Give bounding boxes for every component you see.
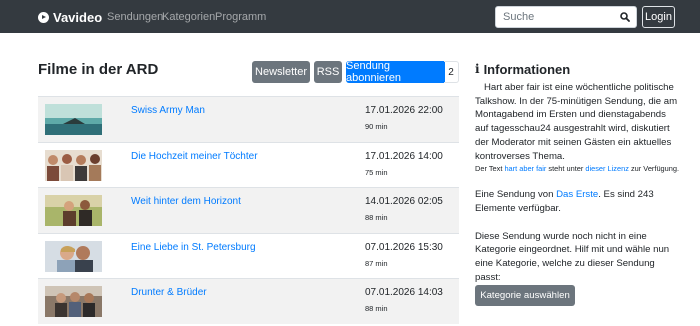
page-title: Filme in der ARD <box>38 61 159 78</box>
item-title-link[interactable]: Eine Liebe in St. Petersburg <box>131 242 256 253</box>
item-date: 07.01.2026 14:03 <box>365 287 443 298</box>
subscriber-count: 2 <box>444 61 459 83</box>
info-icon: i <box>475 62 480 76</box>
info-sidebar: i Informationen Hart aber fair ist eine … <box>475 61 680 307</box>
item-date: 07.01.2026 15:30 <box>365 241 443 253</box>
info-heading: i Informationen <box>475 61 680 77</box>
search-button[interactable] <box>614 6 637 28</box>
search-icon <box>620 12 630 22</box>
item-duration: 75 min <box>365 167 388 177</box>
license-mid: steht unter <box>546 164 586 174</box>
list-item: Eine Liebe in St. Petersburg 07.01.2026 … <box>38 232 459 279</box>
search-input[interactable] <box>495 6 615 28</box>
info-heading-text: Informationen <box>483 61 571 77</box>
login-button[interactable]: Login <box>642 6 675 28</box>
list-item: Die Hochzeit meiner Töchter 17.01.2026 1… <box>38 141 459 188</box>
license-prefix: Der Text <box>475 164 505 174</box>
item-date: 14.01.2026 02:05 <box>365 196 443 207</box>
sender-prefix: Eine Sendung von <box>475 189 557 201</box>
license-suffix: zur Verfügung. <box>628 164 680 174</box>
thumbnail[interactable] <box>45 195 102 226</box>
thumbnail[interactable] <box>45 104 102 135</box>
sender-link[interactable]: Das Erste <box>556 189 598 200</box>
newsletter-button[interactable]: Newsletter <box>252 61 310 83</box>
license-link[interactable]: dieser Lizenz <box>585 164 629 173</box>
list-item: Weit hinter dem Horizont 14.01.2026 02:0… <box>38 187 459 233</box>
item-duration: 87 min <box>365 258 388 268</box>
subscribe-button[interactable]: Sendung abonnieren <box>346 60 445 84</box>
license-note: Der Text hart aber fair steht unter dies… <box>475 164 680 174</box>
category-text: Diese Sendung wurde noch nicht in eine K… <box>475 230 670 283</box>
rss-button[interactable]: RSS <box>314 61 342 83</box>
list-item: Drunter & Brüder 07.01.2026 14:03 88 min <box>38 278 459 324</box>
brand-name: Vavideo <box>53 9 103 25</box>
item-title-link[interactable]: Drunter & Brüder <box>131 287 207 298</box>
nav-link-programm[interactable]: Programm <box>215 11 266 23</box>
item-duration: 90 min <box>365 122 388 131</box>
nav-link-kategorien[interactable]: Kategorien <box>162 11 215 23</box>
item-title-link[interactable]: Die Hochzeit meiner Töchter <box>131 151 258 162</box>
item-title-link[interactable]: Swiss Army Man <box>131 105 205 116</box>
thumbnail[interactable] <box>45 149 102 181</box>
item-duration: 88 min <box>365 304 388 313</box>
item-date: 17.01.2026 14:00 <box>365 150 443 162</box>
show-description: Hart aber fair ist eine wöchentliche pol… <box>475 82 678 162</box>
list-item: Swiss Army Man 17.01.2026 22:00 90 min <box>38 96 459 142</box>
thumbnail[interactable] <box>45 286 102 317</box>
nav-link-sendungen[interactable]: Sendungen <box>107 11 163 23</box>
source-link[interactable]: hart aber fair <box>504 164 546 173</box>
navbar: Vavideo Sendungen Kategorien Programm Lo… <box>0 0 700 33</box>
select-category-button[interactable]: Kategorie auswählen <box>475 285 575 307</box>
sender-info: Eine Sendung von Das Erste. Es sind 243 … <box>475 188 680 215</box>
item-date: 17.01.2026 22:00 <box>365 105 443 116</box>
thumbnail[interactable] <box>45 240 102 272</box>
episode-list: Swiss Army Man 17.01.2026 22:00 90 min D… <box>38 96 459 324</box>
play-icon <box>38 11 49 23</box>
item-duration: 88 min <box>365 213 388 222</box>
brand-logo[interactable]: Vavideo <box>38 9 102 25</box>
item-title-link[interactable]: Weit hinter dem Horizont <box>131 196 241 207</box>
